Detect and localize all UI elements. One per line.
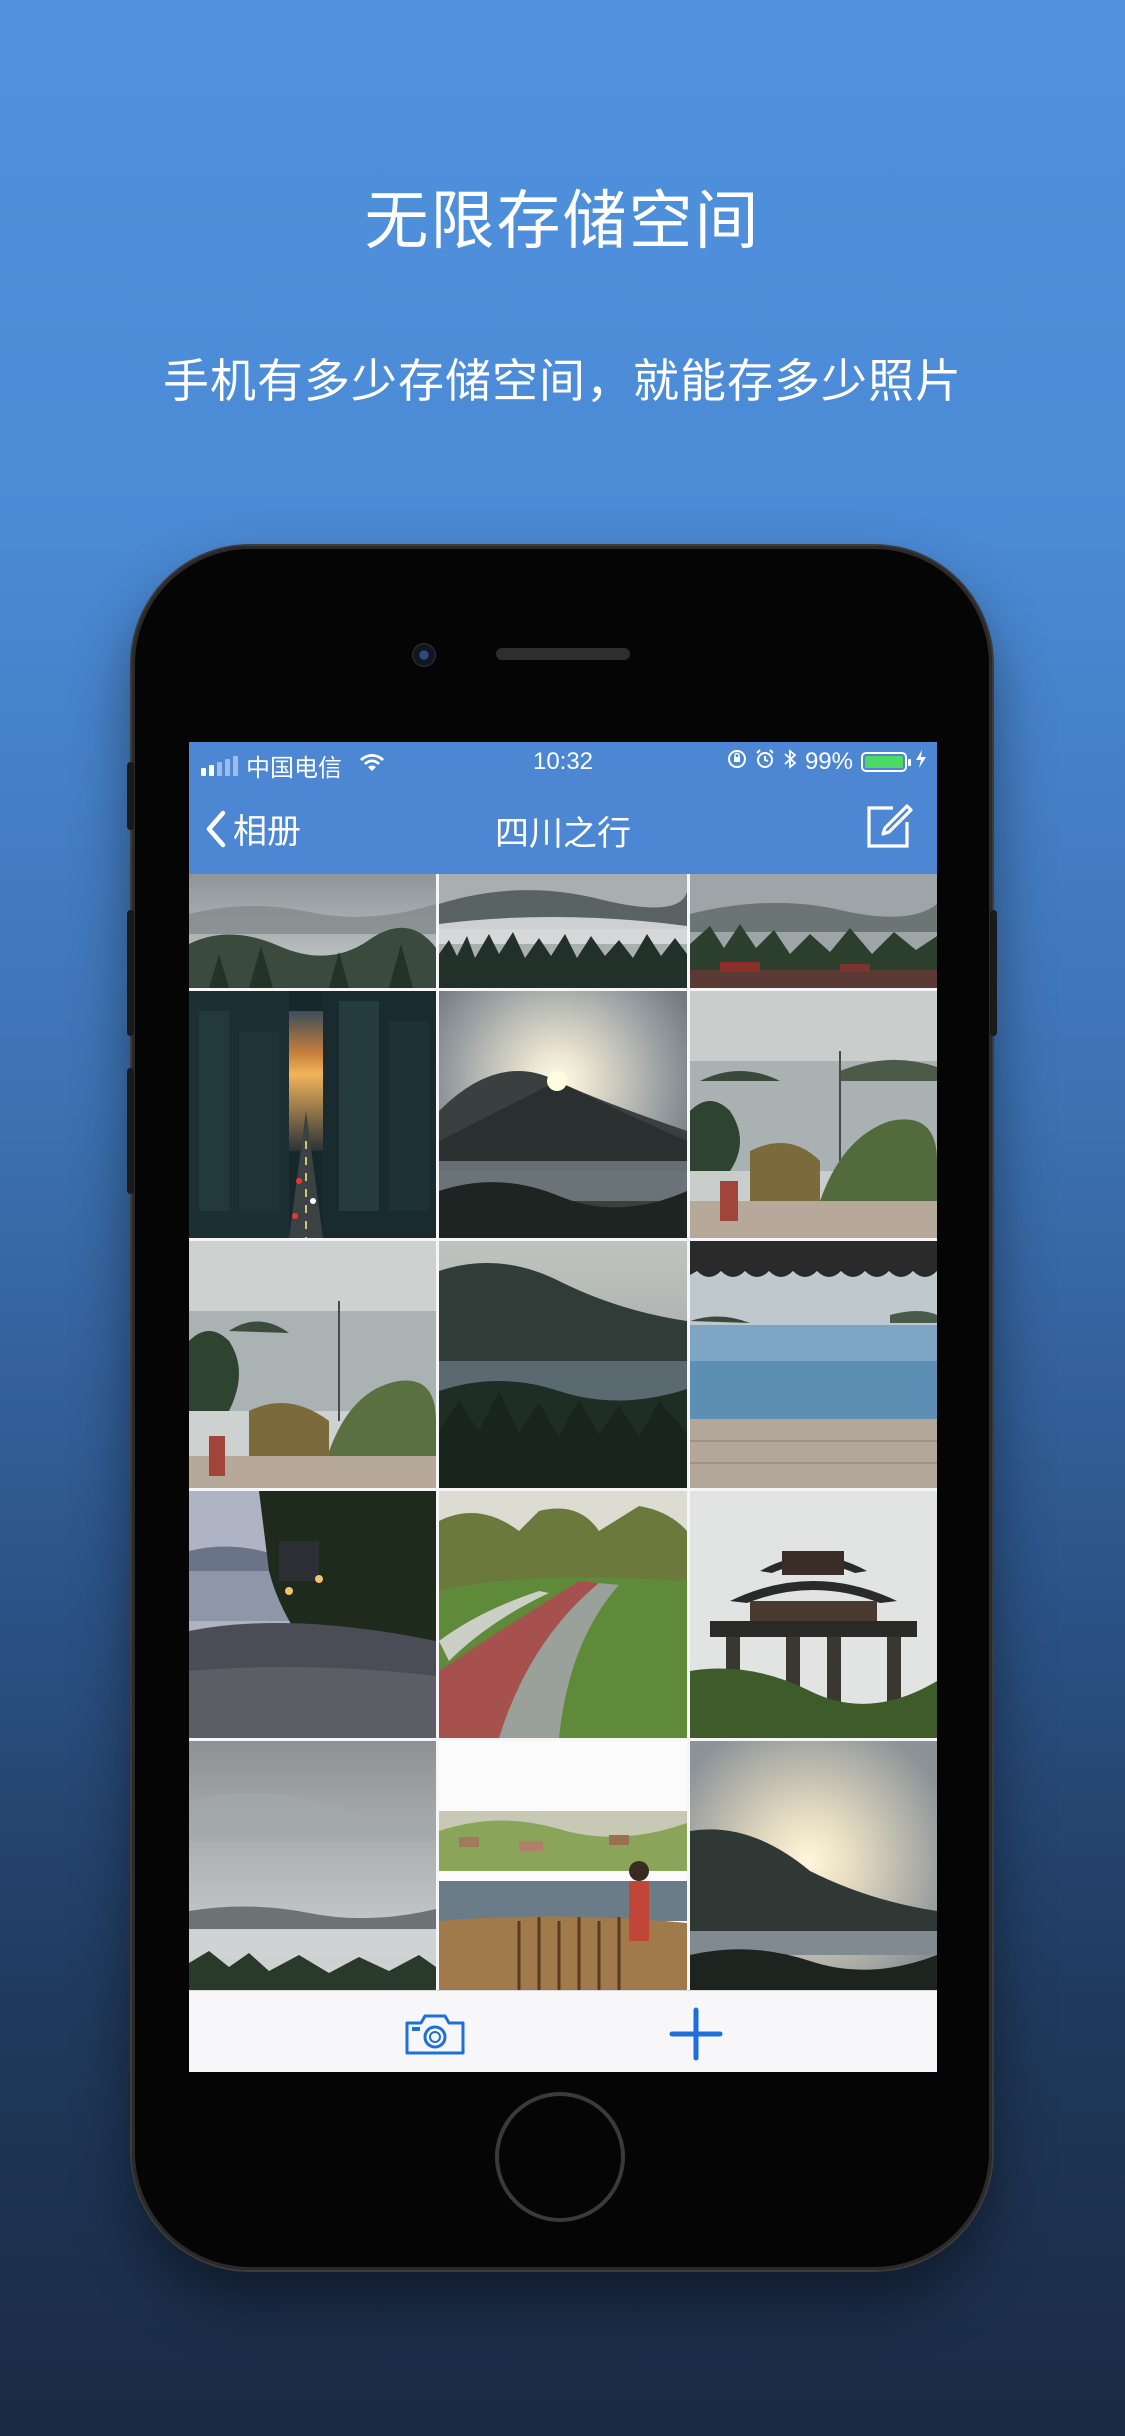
status-right: 99% <box>727 748 927 776</box>
battery-icon <box>861 752 911 772</box>
power-button <box>990 910 997 1036</box>
earpiece-speaker <box>496 648 630 660</box>
photo-thumbnail[interactable] <box>690 874 937 988</box>
bottom-toolbar <box>189 1990 937 2072</box>
battery-percent: 99% <box>804 748 853 775</box>
camera-button[interactable] <box>403 2011 467 2057</box>
photo-thumbnail[interactable] <box>189 874 436 988</box>
phone-screen: 中国电信 10:32 99% 相册 四川之行 <box>189 742 937 2072</box>
photo-thumbnail[interactable] <box>189 991 436 1238</box>
photo-thumbnail[interactable] <box>189 1741 436 1990</box>
compose-icon <box>867 804 913 848</box>
photo-thumbnail[interactable] <box>690 1241 937 1488</box>
mute-switch <box>127 762 134 830</box>
photo-thumbnail[interactable] <box>690 1741 937 1990</box>
navigation-bar: 相册 四川之行 <box>189 782 937 874</box>
rotation-lock-icon <box>727 748 747 776</box>
edit-button[interactable] <box>863 800 915 852</box>
photo-grid <box>189 874 937 1990</box>
status-bar: 中国电信 10:32 99% <box>189 742 937 782</box>
photo-thumbnail[interactable] <box>439 1491 687 1738</box>
front-camera <box>412 643 436 667</box>
alarm-icon <box>755 748 775 776</box>
photo-thumbnail[interactable] <box>189 1241 436 1488</box>
promo-subtitle: 手机有多少存储空间，就能存多少照片 <box>163 355 962 407</box>
add-photo-button[interactable] <box>669 2007 723 2061</box>
volume-down-button <box>127 1068 134 1194</box>
album-title: 四川之行 <box>495 815 631 853</box>
photo-thumbnail[interactable] <box>439 1241 687 1488</box>
photo-thumbnail[interactable] <box>439 1741 687 1990</box>
charging-icon <box>915 748 927 776</box>
volume-up-button <box>127 910 134 1036</box>
photo-thumbnail[interactable] <box>439 874 687 988</box>
plus-icon <box>669 2007 723 2061</box>
promo-title: 无限存储空间 <box>364 185 761 257</box>
photo-thumbnail[interactable] <box>690 1491 937 1738</box>
photo-thumbnail[interactable] <box>439 991 687 1238</box>
photo-thumbnail[interactable] <box>690 991 937 1238</box>
photo-thumbnail[interactable] <box>189 1491 436 1738</box>
home-button <box>495 2092 625 2222</box>
camera-icon <box>405 2014 465 2055</box>
bluetooth-icon <box>783 748 797 776</box>
